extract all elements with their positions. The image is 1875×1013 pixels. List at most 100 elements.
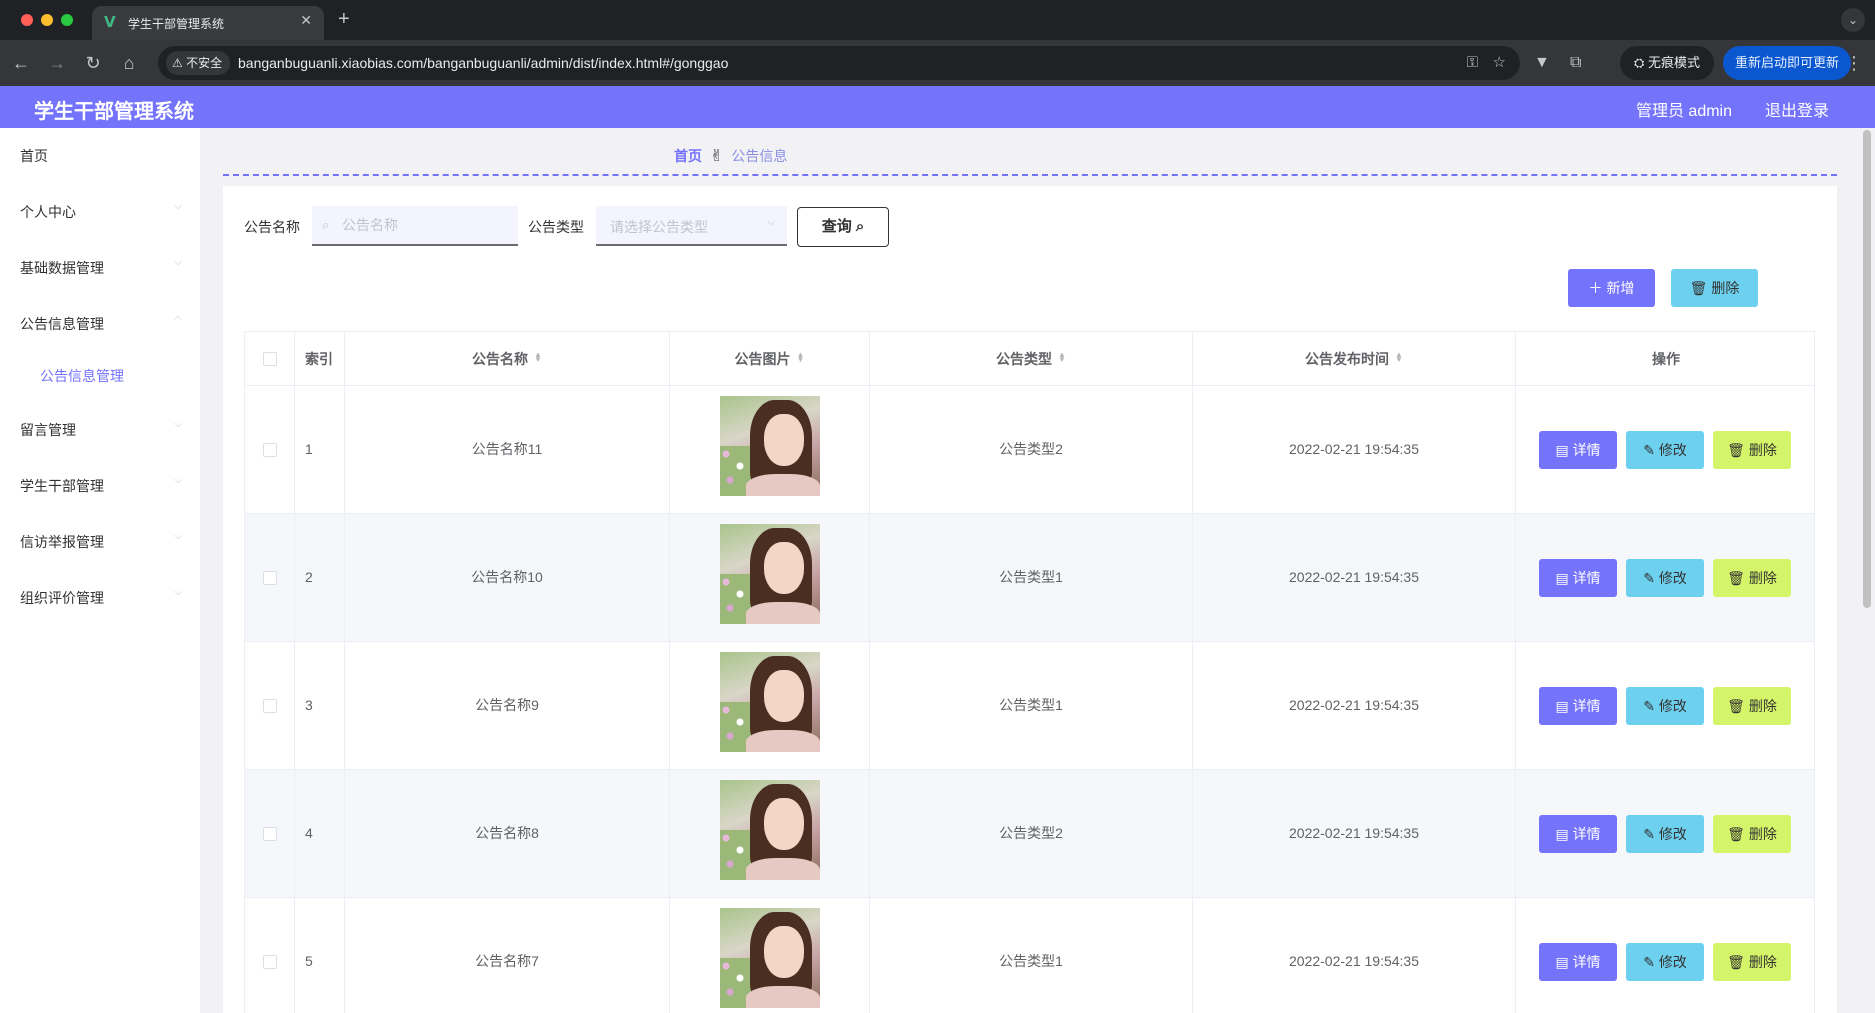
column-header-name[interactable]: 公告名称 ▲ ▼ (345, 332, 670, 387)
edit-button-label: 修改 (1658, 698, 1687, 714)
sidebar-subitem-announcement-management[interactable]: 公告信息管理 (0, 355, 200, 395)
address-bar[interactable]: ⚠ 不安全 banganbuguanli.xiaobias.com/bangan… (158, 46, 1520, 80)
sort-icon[interactable]: ▲ ▼ (1058, 351, 1066, 364)
edit-button[interactable]: ✎ 修改 (1626, 943, 1704, 981)
sidebar-item-evaluations[interactable]: 组织评价管理 ⌵ (0, 577, 200, 617)
sidebar-item-student-cadres[interactable]: 学生干部管理 ⌵ (0, 465, 200, 505)
edit-button[interactable]: ✎ 修改 (1626, 687, 1704, 725)
select-all-checkbox[interactable] (263, 352, 277, 366)
announcement-image[interactable] (720, 652, 820, 752)
sidebar-item-home[interactable]: 首页 (0, 135, 200, 175)
row-delete-label: 删除 (1748, 698, 1777, 714)
insecure-badge[interactable]: ⚠ 不安全 (166, 51, 231, 75)
edit-icon: ✎ (1643, 826, 1659, 842)
chevron-down-icon: ⌵ (174, 475, 182, 486)
announcement-image[interactable] (720, 908, 820, 1008)
maximize-window-button[interactable] (61, 14, 73, 26)
column-header-time[interactable]: 公告发布时间 ▲ ▼ (1193, 332, 1516, 387)
back-icon[interactable]: ← (10, 52, 32, 74)
sort-icon[interactable]: ▲ ▼ (1395, 351, 1403, 364)
detail-button[interactable]: ▤ 详情 (1539, 559, 1617, 597)
query-button[interactable]: 查询 ⌕ (797, 207, 889, 247)
row-delete-button[interactable]: 🗑 删除 (1713, 559, 1791, 597)
edit-button-label: 修改 (1658, 570, 1687, 586)
edit-button[interactable]: ✎ 修改 (1626, 431, 1704, 469)
star-icon[interactable]: ☆ (1493, 53, 1506, 73)
row-delete-button[interactable]: 🗑 删除 (1713, 431, 1791, 469)
name-filter-input[interactable] (342, 215, 512, 235)
forward-icon[interactable]: → (46, 52, 68, 74)
name-filter-field[interactable]: ⌕ (312, 206, 518, 246)
index-cell: 1 (295, 386, 345, 514)
row-checkbox[interactable] (263, 699, 277, 713)
row-delete-button[interactable]: 🗑 删除 (1713, 943, 1791, 981)
document-icon: ▤ (1555, 570, 1573, 586)
time-cell: 2022-02-21 19:54:35 (1193, 514, 1516, 642)
logout-button[interactable]: 退出登录 (1765, 97, 1829, 121)
tab-close-icon[interactable]: ✕ (300, 12, 312, 29)
image-shoulder (746, 858, 820, 880)
type-filter-label: 公告类型 (528, 219, 584, 235)
page-scrollbar[interactable] (1863, 130, 1871, 608)
reload-icon[interactable]: ↻ (82, 52, 104, 74)
sidebar-item-label: 信访举报管理 (20, 534, 104, 550)
batch-delete-label: 删除 (1711, 280, 1740, 296)
detail-button[interactable]: ▤ 详情 (1539, 943, 1617, 981)
incognito-badge[interactable]: ⛭ 无痕模式 (1620, 46, 1715, 80)
sidebar-item-announcements[interactable]: 公告信息管理 ⌵ (0, 303, 200, 343)
edit-button[interactable]: ✎ 修改 (1626, 815, 1704, 853)
row-checkbox[interactable] (263, 955, 277, 969)
home-icon[interactable]: ⌂ (118, 52, 140, 74)
chevron-down-icon: ⌵ (174, 587, 182, 598)
row-checkbox[interactable] (263, 827, 277, 841)
announcement-image[interactable] (720, 524, 820, 624)
add-button[interactable]: ＋ 新增 (1568, 269, 1655, 307)
url-text[interactable]: banganbuguanli.xiaobias.com/banganbuguan… (238, 55, 728, 71)
close-window-button[interactable] (21, 14, 33, 26)
row-delete-button[interactable]: 🗑 删除 (1713, 687, 1791, 725)
type-filter-select[interactable]: 请选择公告类型 ⌵ (596, 206, 787, 246)
sort-icon[interactable]: ▲ ▼ (797, 351, 805, 364)
announcement-image[interactable] (720, 780, 820, 880)
detail-button[interactable]: ▤ 详情 (1539, 815, 1617, 853)
new-tab-button[interactable]: + (338, 8, 350, 30)
breadcrumb-home[interactable]: 首页 (674, 148, 702, 164)
announcement-image[interactable] (720, 396, 820, 496)
column-header-index: 索引 (295, 332, 345, 387)
actions-cell: ▤ 详情 ✎ 修改 🗑 删除 (1516, 898, 1814, 1013)
browser-tab[interactable]: V 学生干部管理系统 ✕ (92, 6, 324, 40)
sidebar-item-personal-center[interactable]: 个人中心 ⌵ (0, 191, 200, 231)
key-icon[interactable]: ⚿ (1467, 53, 1478, 73)
column-header-image[interactable]: 公告图片 ▲ ▼ (670, 332, 870, 387)
sidebar-item-basic-data[interactable]: 基础数据管理 ⌵ (0, 247, 200, 287)
more-icon[interactable]: ⋮ (1845, 52, 1863, 74)
extensions-icon[interactable]: ⧉ (1570, 52, 1581, 74)
batch-delete-button[interactable]: 🗑 删除 (1671, 269, 1758, 307)
sidebar-item-messages[interactable]: 留言管理 ⌵ (0, 409, 200, 449)
column-header-label: 公告发布时间 (1305, 351, 1390, 367)
edit-button[interactable]: ✎ 修改 (1626, 559, 1704, 597)
vue-devtools-icon[interactable]: ▼ (1534, 52, 1550, 74)
sidebar-subitem-label: 公告信息管理 (40, 368, 124, 384)
row-checkbox[interactable] (263, 571, 277, 585)
column-header-label: 公告类型 (996, 351, 1053, 367)
detail-button[interactable]: ▤ 详情 (1539, 687, 1617, 725)
image-shoulder (746, 474, 820, 496)
minimize-window-button[interactable] (41, 14, 53, 26)
sidebar-item-petitions[interactable]: 信访举报管理 ⌵ (0, 521, 200, 561)
sidebar-item-label: 首页 (20, 148, 48, 164)
sidebar-item-label: 个人中心 (20, 204, 76, 220)
edit-icon: ✎ (1643, 570, 1659, 586)
sort-icon[interactable]: ▲ ▼ (534, 351, 542, 364)
detail-button[interactable]: ▤ 详情 (1539, 431, 1617, 469)
vue-favicon-icon: V (104, 13, 116, 31)
row-checkbox[interactable] (263, 443, 277, 457)
column-header-type[interactable]: 公告类型 ▲ ▼ (870, 332, 1193, 387)
actions-cell: ▤ 详情 ✎ 修改 🗑 删除 (1516, 386, 1814, 514)
detail-button-label: 详情 (1572, 570, 1601, 586)
column-header-label: 索引 (305, 351, 333, 367)
tab-search-button[interactable]: ⌄ (1841, 8, 1865, 32)
relaunch-button[interactable]: 重新启动即可更新 (1723, 46, 1852, 80)
user-label: 管理员 admin (1635, 103, 1732, 120)
row-delete-button[interactable]: 🗑 删除 (1713, 815, 1791, 853)
